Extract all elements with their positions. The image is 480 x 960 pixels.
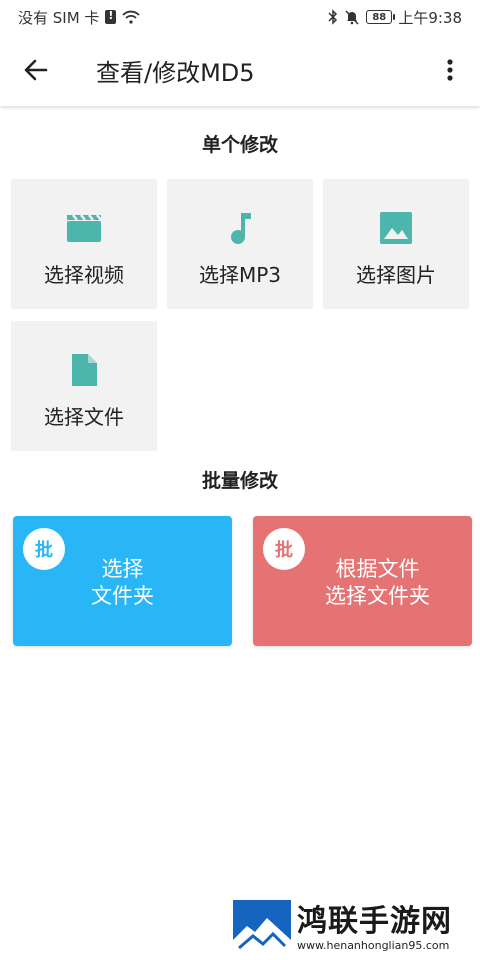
batch-card-label: 选择 文件夹 bbox=[13, 556, 232, 610]
wifi-icon bbox=[122, 10, 141, 24]
tile-label: 选择视频 bbox=[44, 263, 124, 287]
music-note-icon bbox=[231, 213, 251, 244]
batch-card-line1: 根据文件 bbox=[335, 557, 420, 581]
section-title-batch: 批量修改 bbox=[201, 470, 278, 492]
select-mp3-tile[interactable]: 选择MP3 bbox=[167, 179, 313, 309]
clock-text: 上午9:38 bbox=[398, 8, 462, 27]
bluetooth-icon bbox=[328, 9, 338, 25]
select-image-tile[interactable]: 选择图片 bbox=[323, 179, 469, 309]
status-bar: 没有 SIM 卡 88 上午9:38 bbox=[0, 0, 480, 34]
section-title-single: 单个修改 bbox=[201, 134, 278, 156]
app-bar: 查看/修改MD5 bbox=[0, 34, 480, 106]
watermark-title: 鸿联手游网 bbox=[297, 904, 452, 939]
tile-label: 选择文件 bbox=[44, 405, 124, 429]
file-icon bbox=[72, 354, 97, 386]
batch-card-line2: 文件夹 bbox=[91, 584, 154, 608]
batch-card-line1: 选择 bbox=[101, 557, 144, 581]
status-bar-right: 88 上午9:38 bbox=[328, 7, 462, 28]
carrier-text: 没有 SIM 卡 bbox=[18, 8, 100, 27]
battery-icon: 88 bbox=[366, 10, 396, 24]
tile-label: 选择MP3 bbox=[198, 263, 282, 287]
battery-level: 88 bbox=[372, 11, 387, 23]
watermark-url: www.henanhonglian95.com bbox=[297, 939, 450, 952]
sim-alert-icon bbox=[105, 9, 117, 24]
watermark: 鸿联手游网 www.henanhonglian95.com bbox=[233, 900, 473, 958]
page-title: 查看/修改MD5 bbox=[96, 58, 255, 87]
back-button[interactable] bbox=[0, 34, 72, 106]
batch-by-file-card[interactable]: 批 根据文件 选择文件夹 bbox=[253, 516, 472, 646]
batch-select-folder-card[interactable]: 批 选择 文件夹 bbox=[13, 516, 232, 646]
arrow-back-icon bbox=[24, 59, 48, 81]
image-icon bbox=[380, 212, 412, 244]
more-vert-icon bbox=[447, 59, 453, 81]
watermark-logo-icon bbox=[233, 900, 291, 958]
more-options-button[interactable] bbox=[430, 34, 470, 106]
batch-card-line2: 选择文件夹 bbox=[325, 584, 430, 608]
select-video-tile[interactable]: 选择视频 bbox=[11, 179, 157, 309]
select-file-tile[interactable]: 选择文件 bbox=[11, 321, 157, 451]
clapperboard-icon bbox=[67, 214, 102, 242]
bell-muted-icon bbox=[345, 10, 359, 25]
batch-card-label: 根据文件 选择文件夹 bbox=[253, 556, 472, 610]
tile-label: 选择图片 bbox=[356, 263, 436, 287]
status-bar-left: 没有 SIM 卡 bbox=[18, 7, 141, 28]
